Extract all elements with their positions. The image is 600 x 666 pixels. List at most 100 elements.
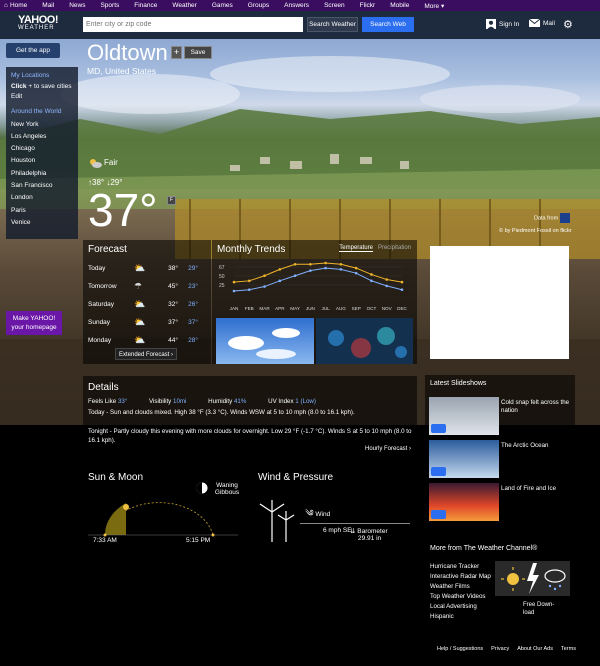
add-location-button[interactable]: + [171,46,182,59]
y-tick-label: 25 [219,283,225,289]
weather-app-promo[interactable] [495,561,570,596]
data-point [309,269,312,272]
wc-link[interactable]: Weather Films [430,582,491,592]
nav-flickr[interactable]: Flickr [360,2,376,9]
wc-link[interactable]: Top Weather Videos [430,592,491,602]
wind-turbine-icon [259,500,295,542]
sun-moon-title: Sun & Moon [88,472,144,483]
footer-link[interactable]: Help / Suggestions [437,646,483,652]
data-point [247,279,251,283]
nav-home[interactable]: ⌂ Home [4,2,27,9]
make-homepage-button[interactable]: Make YAHOO! your homepage [6,311,62,335]
footer-link[interactable]: Terms [561,646,576,652]
slideshow-title[interactable]: Land of Fire and Ice [501,485,571,493]
city-link[interactable]: Houston [6,155,78,167]
hourly-forecast-link[interactable]: Hourly Forecast › [365,446,411,452]
sunrise-time: 7:33 AM [93,537,117,544]
slideshow-thumbnail[interactable] [429,397,499,435]
monthly-trends-panel: Monthly Trends Temperature Precipitation… [212,240,417,364]
data-point [278,268,282,271]
forecast-panel: Forecast Today ⛅ 38° 29° Tomorrow ☂ 45° 23° Sa… [83,240,211,364]
today-description: Today - Sun and clouds mixed. High 38 °F… [88,409,355,416]
yahoo-weather-logo[interactable]: YAHOO! WEATHER [18,14,66,31]
x-tick-label: FEB [245,306,254,311]
search-web-button[interactable]: Search Web [362,17,414,32]
city-link[interactable]: London [6,192,78,204]
tab-precipitation[interactable]: Precipitation [378,245,411,252]
x-tick-label: JUL [322,306,331,311]
data-point [385,284,389,288]
data-point [324,261,327,265]
slideshow-thumbnail[interactable] [429,483,499,521]
x-tick-label: JUN [306,306,315,311]
forecast-title: Forecast [88,244,127,255]
nav-mobile[interactable]: Mobile [390,2,409,9]
footer-link[interactable]: About Our Ads [517,646,553,652]
edit-link[interactable]: Edit [6,91,78,102]
tab-temperature[interactable]: Temperature [339,245,373,252]
forecast-row: Sunday ⛅ 37° 37° [88,316,198,327]
extended-forecast-button[interactable]: Extended Forecast › [115,348,177,360]
mail-link[interactable]: Mail [529,19,555,27]
wind-pressure-title: Wind & Pressure [258,472,334,483]
wc-link[interactable]: Hurricane Tracker [430,562,491,572]
forecast-row: Today ⛅ 38° 29° [88,262,198,273]
nav-news[interactable]: News [69,2,85,9]
city-link[interactable]: Los Angeles [6,131,78,143]
slideshow-icon [431,467,446,476]
data-point [293,274,297,278]
sky-thumbnail[interactable] [216,318,314,364]
city-link[interactable]: Chicago [6,143,78,155]
search-input[interactable] [83,17,303,32]
x-tick-label: SEP [352,306,361,311]
nav-finance[interactable]: Finance [134,2,157,9]
nav-weather[interactable]: Weather [172,2,196,9]
city-link[interactable]: New York [6,119,78,131]
user-icon [486,19,496,29]
current-condition: Fair [88,157,118,168]
free-download-label[interactable]: Free Down- load [523,601,554,617]
footer-link[interactable]: Privacy [491,646,509,652]
slideshow-thumbnail[interactable] [429,440,499,478]
save-button[interactable]: Save [184,46,212,59]
slideshow-title[interactable]: Cold snap felt across the nation [501,399,571,415]
ad-box[interactable] [430,246,569,359]
data-point [385,278,389,281]
wc-link[interactable]: Hispanic [430,612,491,622]
x-tick-label: MAR [259,306,270,311]
get-app-button[interactable]: Get the app [6,43,60,58]
nav-more[interactable]: More ▾ [424,2,444,10]
unit-toggle[interactable]: F [167,196,176,205]
barometer-info: ⇊ Barometer 29.91 in [350,528,388,542]
city-link[interactable]: Venice [6,217,78,229]
nav-games[interactable]: Games [212,2,233,9]
city-link[interactable]: Philadelphia [6,168,78,180]
data-point [263,285,266,288]
partly-cloudy-icon: ⛅ [134,316,146,327]
data-point [324,266,327,270]
slideshow-title[interactable]: The Arctic Ocean [501,442,571,450]
x-tick-label: AUG [336,306,346,311]
nav-answers[interactable]: Answers [284,2,309,9]
nav-mail[interactable]: Mail [42,2,54,9]
footer: Help / Suggestions Privacy About Our Ads… [437,646,576,652]
city-link[interactable]: San Francisco [6,180,78,192]
wc-link[interactable]: Interactive Radar Map [430,572,491,582]
mail-icon [529,19,540,27]
data-source-credit: Data from [534,213,570,223]
nav-screen[interactable]: Screen [324,2,345,9]
nav-groups[interactable]: Groups [248,2,269,9]
nav-sports[interactable]: Sports [100,2,119,9]
sun-icon [123,504,129,510]
slideshow-icon [431,510,446,519]
rain-thumbnail[interactable] [316,318,413,364]
city-link[interactable]: Paris [6,205,78,217]
partly-cloudy-icon: ⛅ [134,262,146,273]
photo-credit[interactable]: © by Piedmont Fossil on flickr [499,228,572,234]
wc-link[interactable]: Local Advertising [430,602,491,612]
top-nav: ⌂ Home Mail News Sports Finance Weather G… [0,0,600,11]
data-point [232,280,236,284]
gear-icon[interactable]: ⚙ [563,18,573,31]
search-weather-button[interactable]: Search Weather [307,17,358,32]
sign-in-link[interactable]: Sign In [486,19,519,29]
